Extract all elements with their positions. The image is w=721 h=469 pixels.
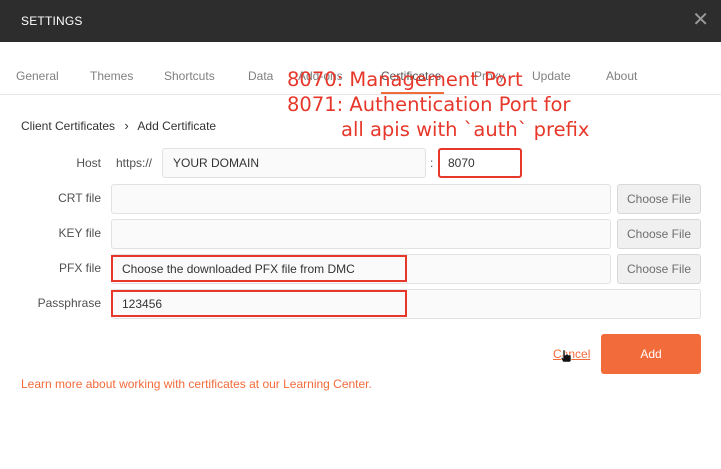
- pfx-annotation-box: [111, 255, 407, 282]
- tab-about[interactable]: About: [606, 69, 637, 83]
- host-domain-value: YOUR DOMAIN: [173, 156, 260, 170]
- chevron-right-icon: ›: [124, 118, 129, 133]
- host-label: Host: [76, 156, 101, 170]
- host-colon: :: [430, 156, 434, 170]
- tab-general[interactable]: General: [16, 69, 59, 83]
- tab-shortcuts[interactable]: Shortcuts: [164, 69, 215, 83]
- pfx-file-label: PFX file: [58, 261, 101, 275]
- host-domain-input[interactable]: YOUR DOMAIN: [162, 148, 426, 178]
- hand-cursor-icon: [560, 349, 572, 363]
- port-value: 8070: [448, 156, 475, 170]
- crt-file-label: CRT file: [58, 191, 101, 205]
- annotation-line-authentication-port: 8071: Authentication Port for: [287, 93, 571, 116]
- breadcrumb-client-certificates[interactable]: Client Certificates: [21, 119, 115, 133]
- key-file-input[interactable]: [111, 219, 611, 249]
- add-button[interactable]: Add: [601, 334, 701, 374]
- certificate-form-panel: Client Certificates › Add Certificate Ho…: [0, 95, 721, 469]
- breadcrumb: Client Certificates › Add Certificate: [21, 118, 216, 133]
- passphrase-annotation-box: [111, 290, 407, 317]
- breadcrumb-add-certificate: Add Certificate: [137, 119, 217, 133]
- annotation-line-management-port: 8070: Management Port: [287, 68, 523, 91]
- passphrase-label: Passphrase: [37, 296, 101, 310]
- settings-titlebar: SETTINGS ✕: [0, 0, 721, 42]
- port-input[interactable]: 8070: [438, 148, 522, 178]
- tab-data[interactable]: Data: [248, 69, 273, 83]
- annotation-line-auth-prefix: all apis with `auth` prefix: [341, 118, 590, 141]
- settings-title: SETTINGS: [21, 14, 83, 28]
- close-icon[interactable]: ✕: [692, 10, 709, 30]
- host-prefix: https://: [116, 156, 153, 170]
- tab-update[interactable]: Update: [532, 69, 571, 83]
- crt-choose-file-button[interactable]: Choose File: [617, 184, 701, 214]
- tab-themes[interactable]: Themes: [90, 69, 133, 83]
- key-choose-file-button[interactable]: Choose File: [617, 219, 701, 249]
- crt-file-input[interactable]: [111, 184, 611, 214]
- pfx-choose-file-button[interactable]: Choose File: [617, 254, 701, 284]
- learning-center-link[interactable]: Learn more about working with certificat…: [21, 377, 372, 391]
- key-file-label: KEY file: [58, 226, 101, 240]
